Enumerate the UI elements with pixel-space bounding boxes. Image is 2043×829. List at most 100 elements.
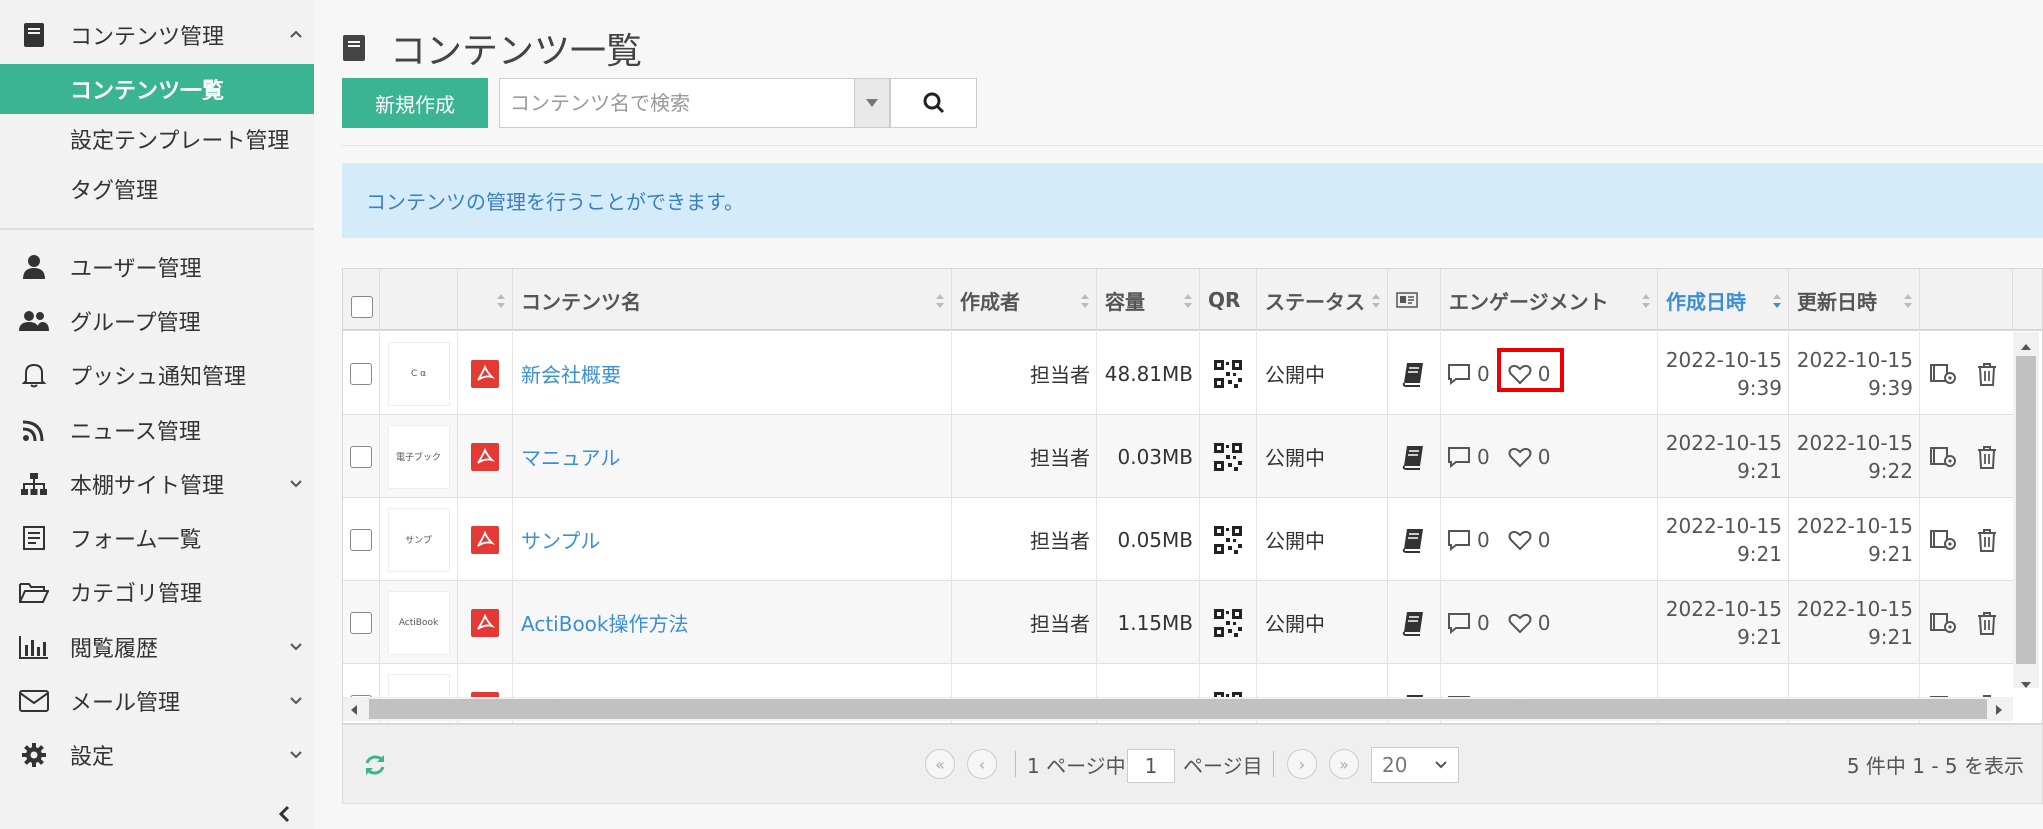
sidebar-subitem-template-management[interactable]: 設定テンプレート管理 (0, 114, 314, 164)
settings-preview-icon[interactable] (1930, 611, 1958, 635)
trash-icon[interactable] (1976, 528, 1998, 552)
likes-group[interactable]: 0 (1508, 445, 1550, 469)
scroll-right-arrow[interactable] (1994, 702, 2004, 721)
row-checkbox[interactable] (350, 362, 372, 385)
likes-group[interactable]: 0 (1508, 528, 1550, 552)
open-book-icon[interactable] (1401, 361, 1427, 387)
name-cell: サンプル (513, 498, 952, 581)
sidebar-item-groups[interactable]: グループ管理 (0, 294, 314, 348)
last-page-button[interactable]: » (1329, 749, 1359, 779)
qr-code-icon[interactable] (1214, 359, 1242, 388)
page-number-input[interactable] (1127, 749, 1175, 783)
engagement-column-header[interactable]: エンゲージメント (1441, 269, 1658, 331)
sidebar-item-history[interactable]: 閲覧履歴 (0, 620, 314, 674)
content-thumbnail[interactable]: ActiBook (387, 590, 450, 655)
sidebar-item-users[interactable]: ユーザー管理 (0, 240, 314, 294)
per-page-select[interactable]: 20 (1371, 747, 1459, 783)
sidebar-item-push[interactable]: プッシュ通知管理 (0, 348, 314, 402)
row-checkbox[interactable] (350, 611, 372, 634)
status-value: 公開中 (1265, 529, 1325, 553)
new-content-button[interactable]: 新規作成 (342, 78, 488, 128)
qr-column-header: QR (1200, 269, 1257, 331)
settings-preview-icon[interactable] (1930, 445, 1958, 469)
sidebar-subitem-tag-management[interactable]: タグ管理 (0, 164, 314, 214)
horizontal-scrollbar-thumb[interactable] (369, 699, 1987, 719)
created-time: 9:21 (1737, 541, 1782, 566)
vertical-scrollbar-thumb[interactable] (2016, 356, 2036, 664)
content-name-link[interactable]: ActiBook操作方法 (521, 608, 689, 637)
folder-icon (18, 576, 50, 608)
type-column-header[interactable] (458, 269, 513, 331)
id-card-icon (1396, 292, 1418, 308)
sort-icon (936, 294, 944, 308)
column-label: 更新日時 (1797, 289, 1877, 314)
row-checkbox[interactable] (350, 445, 372, 468)
content-thumbnail[interactable]: サンプ (387, 507, 450, 572)
status-column-header[interactable]: ステータス (1257, 269, 1388, 331)
sidebar-item-category[interactable]: カテゴリ管理 (0, 565, 314, 619)
refresh-button[interactable] (361, 751, 389, 779)
trash-icon[interactable] (1976, 611, 1998, 635)
qr-code-icon[interactable] (1214, 608, 1242, 637)
pdf-icon (471, 525, 499, 554)
updated-date: 2022-10-15 (1796, 430, 1913, 455)
select-all-checkbox[interactable] (351, 296, 373, 318)
content-name-link[interactable]: サンプル (521, 525, 600, 554)
settings-preview-icon[interactable] (1930, 528, 1958, 552)
search-button[interactable] (890, 78, 977, 128)
row-checkbox[interactable] (350, 528, 372, 551)
likes-group[interactable]: 0 (1508, 611, 1550, 635)
search-dropdown-toggle[interactable] (854, 78, 890, 128)
sidebar-item-mail[interactable]: メール管理 (0, 674, 314, 728)
qr-code-icon[interactable] (1214, 442, 1242, 471)
gear-icon (18, 739, 50, 771)
content-thumbnail[interactable]: 電子ブック (387, 424, 450, 489)
search-input[interactable] (499, 78, 854, 128)
next-page-button[interactable]: › (1287, 749, 1317, 779)
table-row: C α 新会社概要 担当者 48.81MB 公開中 0 0 2022-10-15… (343, 332, 2013, 415)
chevron-down-icon (286, 471, 306, 495)
rss-icon (18, 414, 50, 446)
scroll-left-arrow[interactable] (349, 702, 359, 721)
content-name-link[interactable]: 新会社概要 (521, 359, 621, 388)
sidebar-subitem-content-list[interactable]: コンテンツ一覧 (0, 64, 314, 114)
comments-group[interactable]: 0 (1447, 445, 1490, 469)
updated-column-header[interactable]: 更新日時 (1789, 269, 1920, 331)
created-column-header[interactable]: 作成日時 (1658, 269, 1789, 331)
sidebar-item-news[interactable]: ニュース管理 (0, 403, 314, 457)
sidebar-collapse-button[interactable] (270, 800, 298, 828)
sitemap-icon (18, 468, 50, 500)
open-book-icon[interactable] (1401, 444, 1427, 470)
sidebar-item-settings[interactable]: 設定 (0, 728, 314, 782)
created-cell: 2022-10-15 9:39 (1658, 332, 1789, 415)
sidebar-item-content-management[interactable]: コンテンツ管理 (0, 8, 314, 62)
content-thumbnail[interactable]: C α (387, 341, 450, 406)
scroll-up-arrow[interactable] (2019, 337, 2033, 356)
comments-group[interactable]: 0 (1447, 611, 1490, 635)
updated-cell: 2022-10-15 9:21 (1789, 581, 1920, 664)
settings-preview-icon[interactable] (1930, 362, 1958, 386)
prev-page-button[interactable]: ‹ (967, 749, 997, 779)
comment-count: 0 (1477, 444, 1490, 469)
size-column-header[interactable]: 容量 (1097, 269, 1200, 331)
comments-group[interactable]: 0 (1447, 528, 1490, 552)
scroll-down-arrow[interactable] (2019, 675, 2033, 694)
book-icon (342, 28, 376, 68)
author-column-header[interactable]: 作成者 (952, 269, 1097, 331)
trash-icon[interactable] (1976, 362, 1998, 386)
first-page-button[interactable]: « (925, 749, 955, 779)
book-cell (1388, 498, 1441, 581)
sidebar-item-forms[interactable]: フォーム一覧 (0, 511, 314, 565)
qr-code-icon[interactable] (1214, 525, 1242, 554)
open-book-icon[interactable] (1401, 610, 1427, 636)
trash-icon[interactable] (1976, 445, 1998, 469)
name-column-header[interactable]: コンテンツ名 (513, 269, 952, 331)
thumbnail-cell: ActiBook (380, 581, 458, 664)
sidebar-item-bookshelf[interactable]: 本棚サイト管理 (0, 457, 314, 511)
likes-group[interactable]: 0 (1508, 362, 1550, 386)
comments-group[interactable]: 0 (1447, 362, 1490, 386)
created-time: 9:21 (1737, 624, 1782, 649)
sort-icon (1081, 294, 1089, 308)
open-book-icon[interactable] (1401, 527, 1427, 553)
content-name-link[interactable]: マニュアル (521, 442, 620, 471)
